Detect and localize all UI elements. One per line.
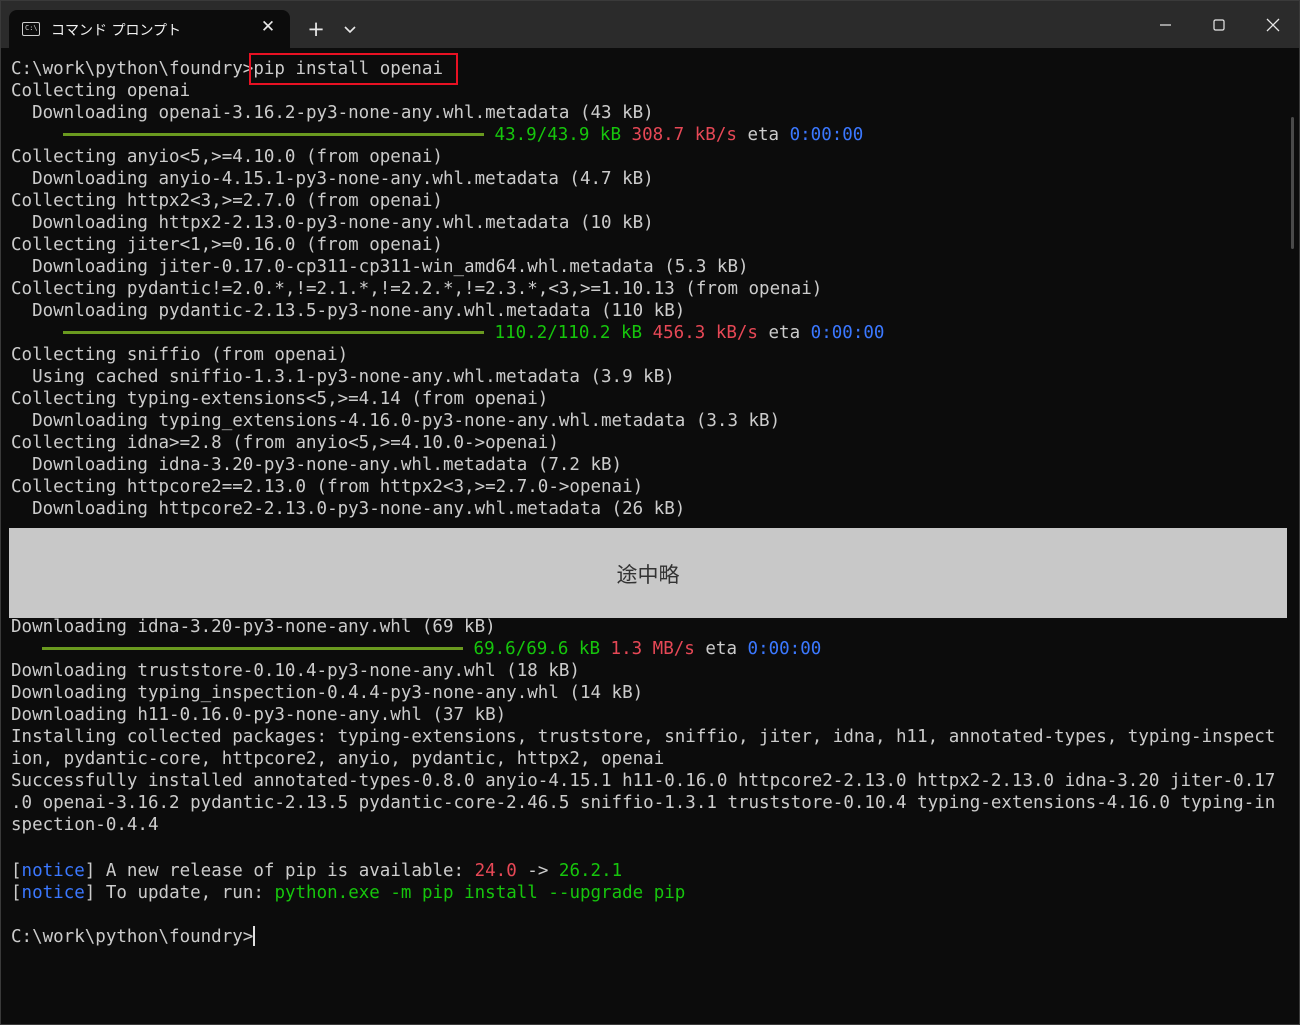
notice-tag: notice — [21, 861, 85, 881]
progress-eta: 0:00:00 — [747, 639, 822, 659]
notice-tag: notice — [21, 883, 85, 903]
scrollbar[interactable] — [1291, 117, 1294, 249]
progress-bar — [63, 330, 484, 334]
output-line: Downloading httpx2-2.13.0-py3-none-any.w… — [11, 213, 654, 233]
final-prompt: C:\work\python\foundry> — [11, 927, 254, 947]
output-line: Downloading truststore-0.10.4-py3-none-a… — [11, 661, 580, 681]
command-prompt-icon: C:\ — [22, 22, 40, 36]
notice-line: [notice] To update, run: python.exe -m p… — [11, 883, 686, 903]
output-line: Downloading httpcore2-2.13.0-py3-none-an… — [11, 499, 686, 519]
notice-text: To update, run: — [95, 883, 275, 903]
output-line: Installing collected packages: typing-ex… — [11, 727, 1276, 747]
output-line: Collecting pydantic!=2.0.*,!=2.1.*,!=2.2… — [11, 279, 823, 299]
progress-eta: 0:00:00 — [789, 125, 864, 145]
version-arrow: -> — [516, 861, 559, 881]
old-version: 24.0 — [474, 861, 517, 881]
tab-command-prompt[interactable]: C:\ コマンド プロンプト ✕ — [9, 10, 290, 48]
progress-line: 69.6/69.6 kB 1.3 MB/s eta 0:00:00 — [11, 638, 821, 660]
terminal-window: C:\ コマンド プロンプト ✕ + C:\work\python\foundr… — [0, 0, 1300, 1025]
omitted-section-overlay: 途中略 — [9, 528, 1287, 618]
output-line: Collecting httpx2<3,>=2.7.0 (from openai… — [11, 191, 443, 211]
prompt: C:\work\python\foundry> — [11, 59, 254, 79]
progress-size: 110.2/110.2 kB — [494, 323, 643, 343]
output-line: ion, pydantic-core, httpcore2, anyio, py… — [11, 749, 665, 769]
output-line: Collecting openai — [11, 81, 191, 101]
output-line: Downloading anyio-4.15.1-py3-none-any.wh… — [11, 169, 654, 189]
output-line: Downloading idna-3.20-py3-none-any.whl (… — [11, 617, 496, 637]
text-cursor — [253, 926, 256, 946]
output-line: Collecting idna>=2.8 (from anyio<5,>=4.1… — [11, 433, 559, 453]
output-line: Using cached sniffio-1.3.1-py3-none-any.… — [11, 367, 675, 387]
progress-speed: 456.3 kB/s — [652, 323, 758, 343]
tab-close-icon[interactable]: ✕ — [257, 16, 279, 38]
eta-label: eta — [747, 125, 780, 145]
omitted-label: 途中略 — [616, 563, 680, 587]
progress-bar — [42, 646, 463, 650]
output-line: Downloading openai-3.16.2-py3-none-any.w… — [11, 103, 654, 123]
final-prompt-line[interactable]: C:\work\python\foundry> — [11, 926, 256, 948]
progress-bar — [63, 132, 484, 136]
notice-line: [notice] A new release of pip is availab… — [11, 861, 623, 881]
output-line: spection-0.4.4 — [11, 815, 159, 835]
eta-label: eta — [768, 323, 801, 343]
command-highlight-box — [249, 53, 458, 85]
chevron-down-icon[interactable] — [339, 17, 361, 41]
new-version: 26.2.1 — [558, 861, 623, 881]
output-line: Downloading pydantic-2.13.5-py3-none-any… — [11, 301, 686, 321]
minimize-icon[interactable] — [1145, 9, 1185, 41]
output-line: Collecting sniffio (from openai) — [11, 345, 349, 365]
maximize-icon[interactable] — [1199, 9, 1239, 41]
output-line: Collecting jiter<1,>=0.16.0 (from openai… — [11, 235, 443, 255]
eta-label: eta — [705, 639, 737, 659]
output-line: Collecting httpcore2==2.13.0 (from httpx… — [11, 477, 644, 497]
output-line: Downloading h11-0.16.0-py3-none-any.whl … — [11, 705, 507, 725]
output-line: Successfully installed annotated-types-0… — [11, 771, 1276, 791]
output-line: Downloading jiter-0.17.0-cp311-cp311-win… — [11, 257, 749, 277]
progress-size: 43.9/43.9 kB — [494, 125, 621, 145]
progress-speed: 308.7 kB/s — [631, 125, 737, 145]
title-bar: C:\ コマンド プロンプト ✕ + — [1, 1, 1299, 48]
output-line: Downloading idna-3.20-py3-none-any.whl.m… — [11, 455, 623, 475]
output-line: Downloading typing_inspection-0.4.4-py3-… — [11, 683, 644, 703]
output-line: Collecting anyio<5,>=4.10.0 (from openai… — [11, 147, 443, 167]
output-line: .0 openai-3.16.2 pydantic-2.13.5 pydanti… — [11, 793, 1276, 813]
tab-icon-text: C:\ — [25, 24, 38, 32]
new-tab-icon[interactable]: + — [304, 17, 328, 41]
progress-speed: 1.3 MB/s — [610, 639, 695, 659]
progress-size: 69.6/69.6 kB — [473, 639, 600, 659]
close-icon[interactable] — [1253, 9, 1293, 41]
progress-eta: 0:00:00 — [810, 323, 885, 343]
tab-title: コマンド プロンプト — [51, 23, 182, 39]
progress-line: 110.2/110.2 kB 456.3 kB/s eta 0:00:00 — [11, 322, 884, 344]
notice-text: A new release of pip is available: — [95, 861, 475, 881]
output-line: Collecting typing-extensions<5,>=4.14 (f… — [11, 389, 549, 409]
update-command: python.exe -m pip install --upgrade pip — [274, 883, 686, 903]
progress-line: 43.9/43.9 kB 308.7 kB/s eta 0:00:00 — [11, 124, 863, 146]
output-line: Downloading typing_extensions-4.16.0-py3… — [11, 411, 781, 431]
